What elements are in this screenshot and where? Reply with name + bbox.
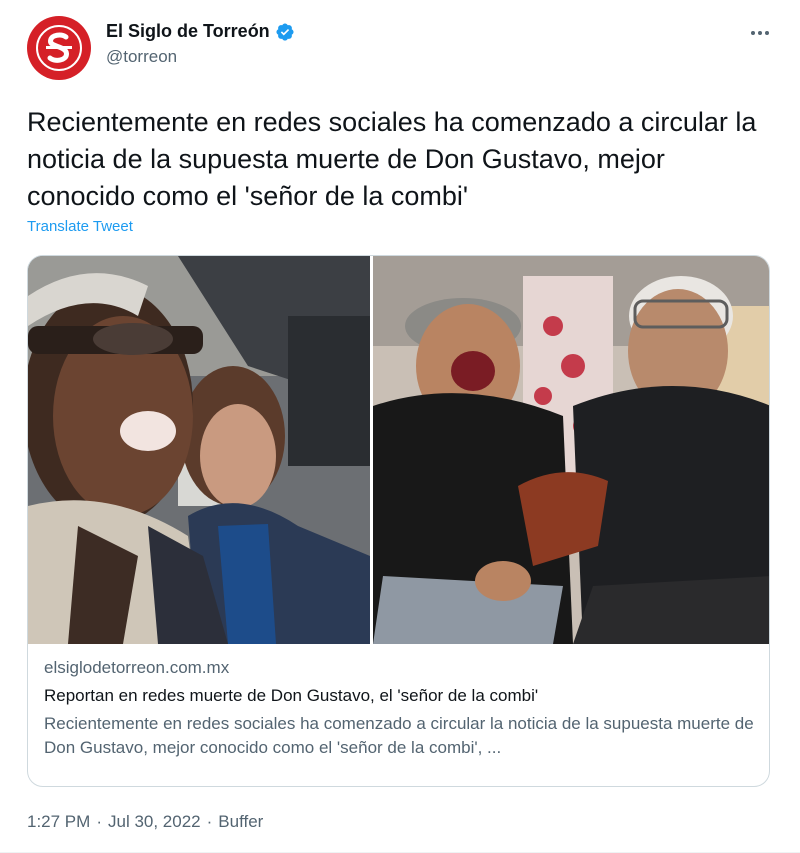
photo-right (373, 256, 769, 644)
author-name-row: El Siglo de Torreón (106, 21, 295, 42)
siglo-logo-icon (36, 25, 82, 71)
author-display-name[interactable]: El Siglo de Torreón (106, 21, 270, 42)
author-avatar[interactable] (27, 16, 91, 80)
tweet-date[interactable]: Jul 30, 2022 (108, 812, 201, 832)
photo-left (28, 256, 370, 644)
card-domain: elsiglodetorreon.com.mx (44, 658, 230, 677)
verified-badge-icon (276, 22, 294, 41)
card-description: Recientemente en redes sociales ha comen… (44, 714, 754, 757)
author-handle[interactable]: @torreon (106, 47, 295, 67)
tweet: El Siglo de Torreón @torreon Recientemen… (0, 0, 800, 853)
translate-tweet-link[interactable]: Translate Tweet (27, 218, 133, 235)
tweet-source[interactable]: Buffer (218, 812, 263, 832)
more-options-icon[interactable] (745, 22, 775, 44)
meta-separator: · (206, 812, 213, 831)
tweet-time[interactable]: 1:27 PM (27, 812, 90, 832)
tweet-text: Recientemente en redes sociales ha comen… (27, 107, 757, 211)
card-title[interactable]: Reportan en redes muerte de Don Gustavo,… (44, 684, 756, 708)
meta-separator: · (96, 812, 102, 831)
card-body: elsiglodetorreon.com.mx Reportan en rede… (44, 656, 756, 760)
author-block: El Siglo de Torreón @torreon (106, 21, 295, 67)
tweet-meta: 1:27 PM · Jul 30, 2022 · Buffer (27, 812, 263, 832)
card-image[interactable] (28, 256, 769, 644)
link-card[interactable]: elsiglodetorreon.com.mx Reportan en rede… (27, 255, 770, 787)
